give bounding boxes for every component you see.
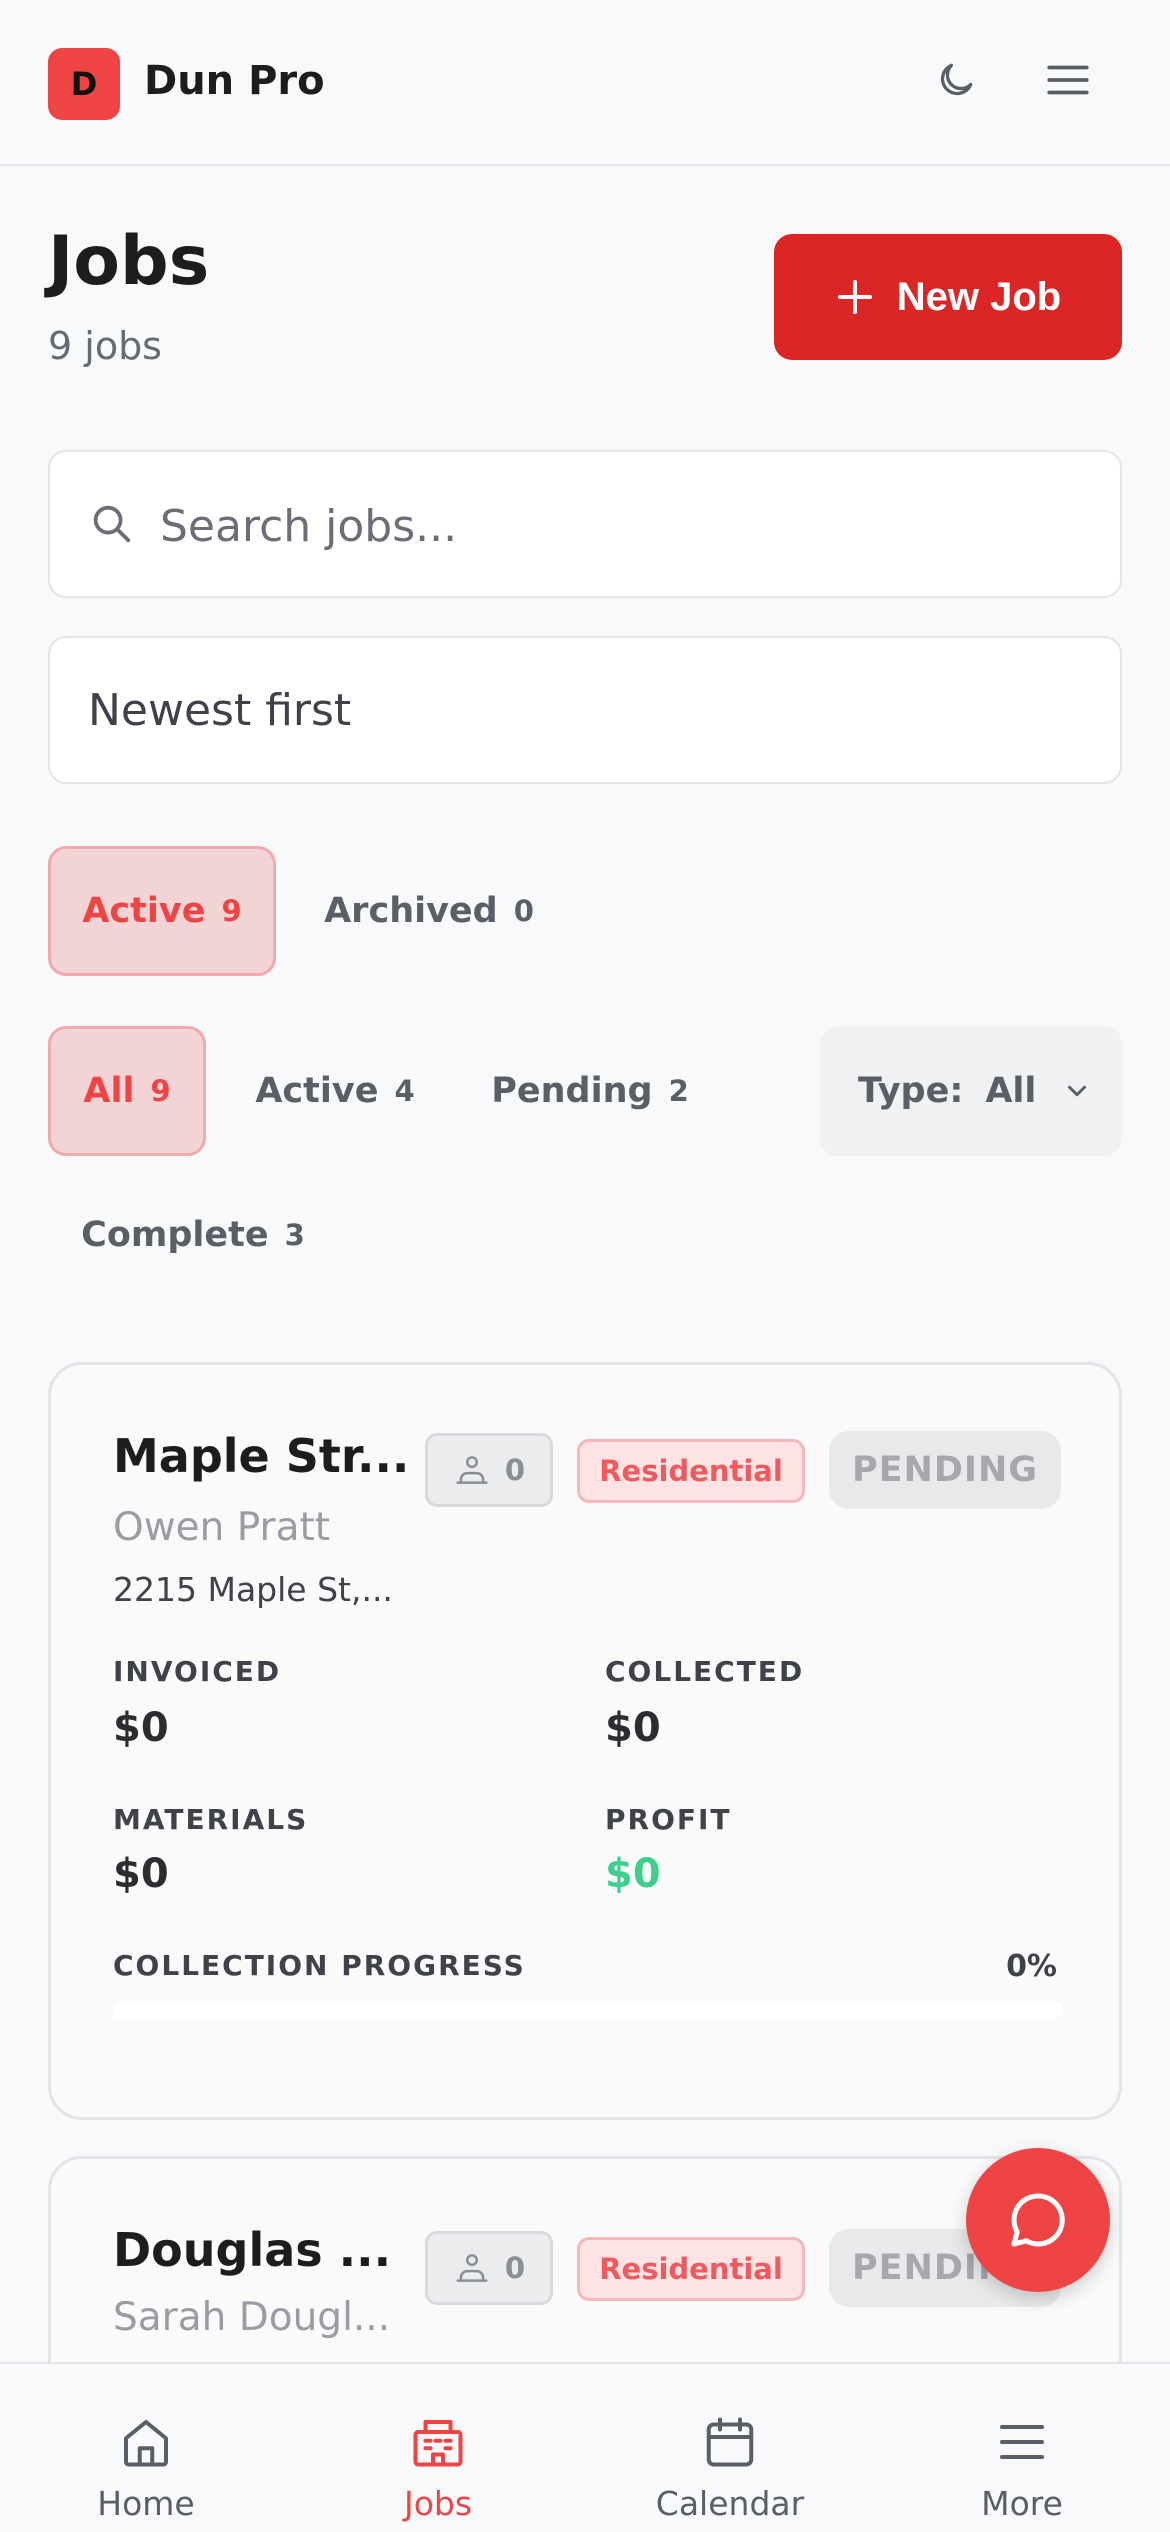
materials-label: MATERIALS bbox=[113, 1803, 309, 1836]
filter-count: 4 bbox=[394, 1074, 415, 1108]
search-box bbox=[48, 450, 1122, 598]
search-input[interactable] bbox=[160, 482, 1080, 570]
nav-label: Jobs bbox=[403, 2484, 473, 2523]
filter-label: Complete bbox=[81, 1215, 269, 1255]
collection-progress-percent: 0% bbox=[1006, 1949, 1057, 1984]
filter-label: Pending bbox=[491, 1071, 653, 1111]
job-title: Maple Str... bbox=[113, 1429, 410, 1483]
calendar-icon bbox=[706, 2417, 754, 2467]
bottom-nav: Home Jobs Calendar More bbox=[0, 2362, 1170, 2532]
filter-count: 3 bbox=[284, 1218, 305, 1252]
job-type-badge: Residential bbox=[577, 2237, 805, 2301]
app-root: D Dun Pro Jobs 9 jobs New Job Newest fir… bbox=[0, 0, 1170, 2532]
crew-icon bbox=[456, 2254, 488, 2282]
sort-value: Newest first bbox=[88, 684, 352, 736]
tab-count: 0 bbox=[513, 894, 534, 928]
chat-bubble-icon bbox=[1011, 2193, 1065, 2247]
job-status-badge: PENDING bbox=[829, 1431, 1061, 1509]
job-count: 9 jobs bbox=[48, 324, 162, 368]
profit-label: PROFIT bbox=[605, 1803, 732, 1836]
filter-complete[interactable]: Complete 3 bbox=[48, 1170, 338, 1300]
chat-button[interactable] bbox=[966, 2148, 1110, 2292]
type-filter-value: All bbox=[985, 1071, 1037, 1111]
job-type-badge: Residential bbox=[577, 1439, 805, 1503]
collection-progress-label: COLLECTION PROGRESS bbox=[113, 1949, 526, 1982]
nav-jobs[interactable]: Jobs bbox=[292, 2364, 584, 2532]
nav-more[interactable]: More bbox=[876, 2364, 1168, 2532]
menu-icon bbox=[1000, 2425, 1044, 2459]
tab-archived-jobs[interactable]: Archived 0 bbox=[300, 846, 558, 976]
hamburger-icon bbox=[1047, 65, 1089, 95]
search-icon bbox=[93, 505, 131, 543]
tab-active-jobs[interactable]: Active 9 bbox=[48, 846, 276, 976]
moon-icon bbox=[940, 63, 973, 96]
collection-progress-bar bbox=[113, 2003, 1061, 2019]
job-card[interactable]: Maple Str... Owen Pratt 2215 Maple St,..… bbox=[48, 1362, 1122, 2120]
crew-badge: 0 bbox=[425, 1433, 553, 1507]
building-icon bbox=[413, 2420, 463, 2467]
tab-label: Archived bbox=[324, 891, 498, 931]
crew-count: 0 bbox=[504, 1453, 526, 1487]
theme-toggle-button[interactable] bbox=[928, 52, 984, 108]
collected-label: COLLECTED bbox=[605, 1655, 805, 1688]
filter-count: 2 bbox=[668, 1074, 689, 1108]
materials-value: $0 bbox=[113, 1851, 169, 1897]
new-job-label: New Job bbox=[896, 274, 1062, 319]
brand-name: Dun Pro bbox=[144, 58, 325, 104]
filter-all[interactable]: All 9 bbox=[48, 1026, 206, 1156]
type-filter-label: Type: bbox=[858, 1071, 964, 1111]
filter-pending[interactable]: Pending 2 bbox=[466, 1026, 714, 1156]
tab-count: 9 bbox=[221, 894, 242, 928]
filter-count: 9 bbox=[150, 1074, 171, 1108]
home-icon bbox=[124, 2420, 168, 2467]
invoiced-value: $0 bbox=[113, 1705, 169, 1751]
new-job-button[interactable]: New Job bbox=[774, 234, 1122, 360]
nav-label: Home bbox=[97, 2484, 195, 2523]
nav-label: Calendar bbox=[655, 2484, 805, 2523]
invoiced-label: INVOICED bbox=[113, 1655, 282, 1688]
main-menu-button[interactable] bbox=[1040, 52, 1096, 108]
tab-label: Active bbox=[82, 891, 206, 931]
crew-count: 0 bbox=[504, 2251, 526, 2285]
crew-icon bbox=[456, 1456, 488, 1484]
filter-active[interactable]: Active 4 bbox=[230, 1026, 440, 1156]
job-title: Douglas ... bbox=[113, 2223, 392, 2277]
brand-logo[interactable]: D bbox=[48, 48, 120, 120]
crew-badge: 0 bbox=[425, 2231, 553, 2305]
top-bar: D Dun Pro bbox=[0, 0, 1170, 166]
nav-calendar[interactable]: Calendar bbox=[584, 2364, 876, 2532]
nav-home[interactable]: Home bbox=[0, 2364, 292, 2532]
collected-value: $0 bbox=[605, 1705, 661, 1751]
sort-select[interactable]: Newest first bbox=[48, 636, 1122, 784]
chevron-down-icon bbox=[1068, 1085, 1087, 1097]
filter-label: All bbox=[83, 1071, 135, 1111]
job-address: 2215 Maple St,... bbox=[113, 1570, 393, 1609]
page-title: Jobs bbox=[48, 222, 210, 301]
job-client: Owen Pratt bbox=[113, 1505, 331, 1550]
filter-label: Active bbox=[255, 1071, 379, 1111]
job-client: Sarah Dougl... bbox=[113, 2295, 391, 2340]
nav-label: More bbox=[981, 2484, 1063, 2523]
plus-icon bbox=[837, 280, 872, 314]
type-filter-select[interactable]: Type: All bbox=[820, 1026, 1122, 1156]
profit-value: $0 bbox=[605, 1851, 661, 1897]
